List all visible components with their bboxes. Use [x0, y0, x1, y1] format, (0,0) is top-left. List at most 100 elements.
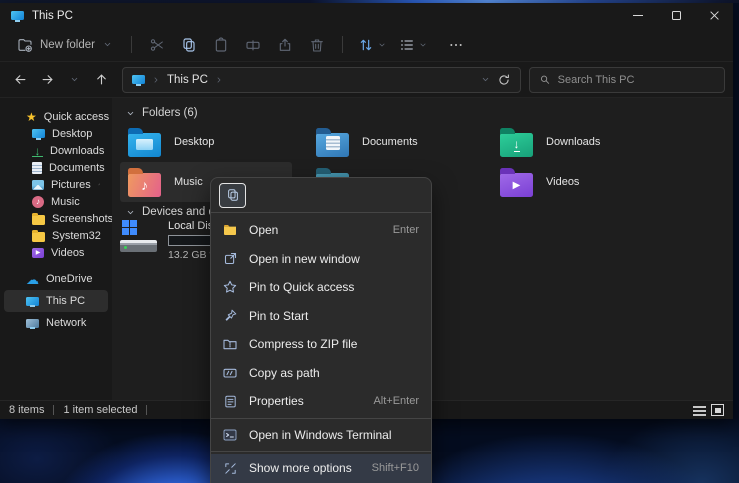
sidebar-item-quick-access[interactable]: Quick access — [4, 108, 108, 125]
sidebar-item-screenshots[interactable]: Screenshots — [4, 210, 108, 227]
path-icon — [222, 365, 238, 381]
sidebar-item-music[interactable]: Music — [4, 193, 108, 210]
picture-icon — [32, 180, 44, 190]
menu-item-copy-as-path[interactable]: Copy as path — [211, 359, 431, 388]
breadcrumb[interactable]: This PC — [167, 74, 208, 86]
sidebar-item-downloads[interactable]: Downloads — [4, 142, 108, 159]
up-button[interactable] — [89, 67, 114, 92]
menu-shortcut: Enter — [393, 224, 419, 236]
sort-button[interactable] — [352, 37, 393, 53]
chevron-down-icon — [125, 207, 136, 218]
zip-folder-icon — [222, 336, 238, 352]
refresh-icon[interactable] — [497, 73, 511, 87]
new-folder-icon — [17, 37, 33, 53]
search-input[interactable] — [558, 74, 715, 86]
status-divider — [146, 405, 147, 415]
minimize-button[interactable] — [619, 3, 657, 28]
command-bar: New folder — [0, 28, 733, 62]
menu-item-open-windows-terminal[interactable]: Open in Windows Terminal — [211, 421, 431, 450]
close-icon — [709, 10, 720, 21]
paste-button[interactable] — [205, 32, 237, 58]
title-bar[interactable]: This PC — [0, 3, 733, 28]
share-button[interactable] — [269, 32, 301, 58]
pin-icon — [99, 129, 100, 138]
copy-icon — [181, 37, 197, 53]
download-arrow-icon — [32, 145, 43, 157]
search-icon — [539, 73, 551, 86]
folder-icon — [32, 215, 45, 225]
ellipsis-icon — [448, 37, 464, 53]
toolbar-divider — [342, 36, 343, 53]
menu-item-pin-quick-access[interactable]: Pin to Quick access — [211, 273, 431, 302]
this-pc-icon — [11, 10, 24, 22]
pin-icon — [98, 180, 100, 189]
maximize-icon — [672, 11, 681, 20]
folder-tile-desktop[interactable]: Desktop — [120, 122, 298, 162]
forward-icon — [40, 72, 55, 87]
folders-section-header[interactable]: Folders (6) — [125, 107, 198, 119]
up-icon — [94, 72, 109, 87]
monitor-icon — [26, 295, 39, 307]
sidebar-item-onedrive[interactable]: OneDrive — [4, 268, 108, 290]
view-button[interactable] — [393, 37, 434, 53]
menu-item-open[interactable]: Open Enter — [211, 216, 431, 245]
menu-item-pin-to-start[interactable]: Pin to Start — [211, 302, 431, 331]
hard-drive-icon — [120, 218, 158, 256]
properties-icon — [222, 394, 238, 409]
folder-icon — [222, 222, 238, 238]
sort-icon — [358, 37, 374, 53]
rename-button[interactable] — [237, 32, 269, 58]
sidebar-item-pictures[interactable]: Pictures — [4, 176, 108, 193]
sidebar-item-documents[interactable]: Documents — [4, 159, 108, 176]
context-menu-quick-actions — [211, 178, 431, 213]
sidebar-item-system32[interactable]: System32 — [4, 227, 108, 244]
quick-copy-button[interactable] — [219, 183, 246, 208]
folder-tile-downloads[interactable]: Downloads — [492, 122, 670, 162]
new-folder-button[interactable]: New folder — [8, 33, 122, 57]
folder-icon — [32, 232, 45, 242]
chevron-down-icon — [418, 40, 428, 50]
terminal-icon — [222, 427, 238, 443]
cut-button[interactable] — [141, 32, 173, 58]
menu-item-compress-zip[interactable]: Compress to ZIP file — [211, 330, 431, 359]
windows-logo-icon — [122, 220, 137, 235]
delete-button[interactable] — [301, 32, 333, 58]
sidebar-item-videos[interactable]: Videos — [4, 244, 108, 261]
menu-item-show-more-options[interactable]: Show more options Shift+F10 — [211, 454, 431, 483]
cut-icon — [149, 37, 165, 53]
toolbar-divider — [131, 36, 132, 53]
more-options-button[interactable] — [440, 32, 472, 58]
view-list-icon — [399, 37, 415, 53]
sidebar-item-this-pc[interactable]: This PC — [4, 290, 108, 312]
forward-button[interactable] — [35, 67, 60, 92]
expand-icon — [222, 461, 238, 476]
chevron-down-icon — [125, 108, 136, 119]
address-dropdown-icon[interactable] — [480, 74, 491, 85]
chevron-down-icon — [102, 39, 113, 50]
search-box[interactable] — [529, 67, 725, 93]
maximize-button[interactable] — [657, 3, 695, 28]
monitor-icon — [32, 128, 45, 140]
back-button[interactable] — [8, 67, 33, 92]
large-icons-view-button[interactable] — [711, 404, 724, 416]
sidebar-item-desktop[interactable]: Desktop — [4, 125, 108, 142]
folder-tile-documents[interactable]: Documents — [308, 122, 486, 162]
pin-icon — [222, 308, 238, 323]
network-icon — [26, 317, 39, 329]
recent-locations-button[interactable] — [62, 67, 87, 92]
navigation-pane: Quick access Desktop Downloads Documents — [0, 98, 112, 400]
new-folder-label: New folder — [40, 39, 95, 51]
folder-tile-videos[interactable]: Videos — [492, 162, 670, 202]
details-view-button[interactable] — [693, 405, 706, 416]
sidebar-item-network[interactable]: Network — [4, 312, 108, 334]
window-title: This PC — [32, 10, 73, 22]
menu-item-properties[interactable]: Properties Alt+Enter — [211, 387, 431, 416]
copy-button[interactable] — [173, 32, 205, 58]
close-button[interactable] — [695, 3, 733, 28]
address-bar[interactable]: This PC — [122, 67, 521, 93]
menu-item-open-new-window[interactable]: Open in new window — [211, 245, 431, 274]
chevron-right-icon — [151, 75, 161, 85]
share-icon — [277, 37, 293, 53]
status-divider — [53, 405, 54, 415]
document-icon — [32, 162, 42, 174]
